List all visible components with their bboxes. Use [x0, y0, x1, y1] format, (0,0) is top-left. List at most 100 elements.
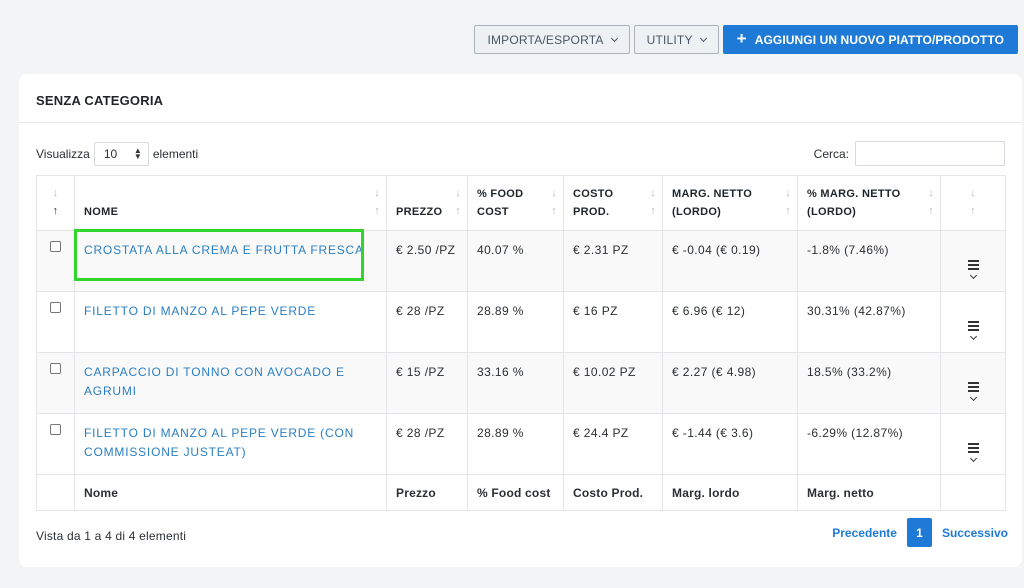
actions-cell: [940, 291, 1006, 353]
table-row: CROSTATA ALLA CREMA E FRUTTA FRESCA € 2.…: [36, 230, 1006, 292]
import-export-dropdown[interactable]: IMPORTA/ESPORTA: [474, 25, 630, 54]
row-select-cell: [36, 352, 75, 414]
name-cell: FILETTO DI MANZO AL PEPE VERDE (CON COMM…: [74, 413, 387, 475]
product-link[interactable]: FILETTO DI MANZO AL PEPE VERDE (CON COMM…: [84, 426, 354, 459]
footer-food-cost: % Food cost: [467, 474, 564, 511]
utility-dropdown[interactable]: UTILITY: [633, 25, 719, 54]
sort-icon: ↓ ↑: [650, 187, 656, 217]
actions-cell: [940, 352, 1006, 414]
header-costo-prod[interactable]: COSTO PROD. ↓ ↑: [563, 175, 663, 231]
sort-icon: ↓ ↑: [455, 187, 461, 217]
search-input[interactable]: [855, 141, 1005, 166]
table-row: FILETTO DI MANZO AL PEPE VERDE (CON COMM…: [36, 413, 1006, 475]
margin-pct-cell: 30.31% (42.87%): [797, 291, 941, 353]
food-cost-cell: 40.07 %: [467, 230, 564, 292]
margin-cell: € -0.04 (€ 0.19): [662, 230, 798, 292]
actions-menu-button[interactable]: [967, 260, 979, 280]
table-row: CARPACCIO DI TONNO CON AVOCADO E AGRUMI …: [36, 352, 1006, 414]
sort-icon: ↓ ↑: [551, 187, 557, 217]
header-food-cost[interactable]: % FOOD COST ↓ ↑: [467, 175, 564, 231]
margin-pct-cell: -6.29% (12.87%): [797, 413, 941, 475]
name-cell: CROSTATA ALLA CREMA E FRUTTA FRESCA: [74, 230, 387, 292]
margin-cell: € -1.44 (€ 3.6): [662, 413, 798, 475]
add-product-label: AGGIUNGI UN NUOVO PIATTO/PRODOTTO: [754, 32, 1004, 47]
product-link[interactable]: FILETTO DI MANZO AL PEPE VERDE: [84, 304, 316, 318]
price-cell: € 28 /PZ: [386, 291, 468, 353]
food-cost-cell: 33.16 %: [467, 352, 564, 414]
page-length-value: 10: [103, 147, 118, 161]
row-select-cell: [36, 291, 75, 353]
header-prezzo[interactable]: PREZZO ↓ ↑: [386, 175, 468, 231]
card-title: SENZA CATEGORIA: [36, 93, 164, 108]
row-checkbox[interactable]: [50, 424, 61, 435]
menu-icon: [967, 443, 979, 453]
chevron-down-icon: [969, 393, 977, 402]
length-control: Visualizza 10 ▲ ▼ elementi: [36, 142, 198, 166]
footer-actions: [940, 474, 1006, 511]
footer-marg-netto: Marg. netto: [797, 474, 941, 511]
product-link[interactable]: CROSTATA ALLA CREMA E FRUTTA FRESCA: [84, 243, 364, 257]
page-length-select[interactable]: 10 ▲ ▼: [93, 142, 149, 166]
add-product-button[interactable]: + AGGIUNGI UN NUOVO PIATTO/PRODOTTO: [722, 25, 1018, 54]
footer-select: [36, 474, 75, 511]
footer-prezzo: Prezzo: [386, 474, 468, 511]
footer-marg-lordo: Marg. lordo: [662, 474, 798, 511]
product-link[interactable]: CARPACCIO DI TONNO CON AVOCADO E AGRUMI: [84, 365, 345, 398]
menu-icon: [967, 321, 979, 331]
actions-menu-button[interactable]: [967, 382, 979, 402]
row-checkbox[interactable]: [50, 363, 61, 374]
row-checkbox[interactable]: [50, 241, 61, 252]
products-table: ↓ ↑ NOME ↓ ↑ PREZZO ↓ ↑ % FOOD COST ↓ ↑ COSTO P…: [36, 175, 1006, 511]
margin-cell: € 6.96 (€ 12): [662, 291, 798, 353]
table-footer-row: Nome Prezzo % Food cost Costo Prod. Marg…: [36, 474, 1006, 511]
import-export-label: IMPORTA/ESPORTA: [487, 32, 604, 47]
plus-icon: +: [736, 29, 747, 48]
chevron-down-icon: [969, 454, 977, 463]
price-cell: € 15 /PZ: [386, 352, 468, 414]
row-select-cell: [36, 230, 75, 292]
cost-cell: € 2.31 PZ: [563, 230, 663, 292]
price-cell: € 2.50 /PZ: [386, 230, 468, 292]
search-label: Cerca:: [813, 146, 849, 161]
prev-page-link[interactable]: Precedente: [824, 526, 905, 540]
header-marg-netto[interactable]: MARG. NETTO (LORDO) ↓ ↑: [662, 175, 798, 231]
header-nome[interactable]: NOME ↓ ↑: [74, 175, 387, 231]
actions-menu-button[interactable]: [967, 321, 979, 341]
name-cell: CARPACCIO DI TONNO CON AVOCADO E AGRUMI: [74, 352, 387, 414]
header-pct-marg-netto[interactable]: % MARG. NETTO (LORDO) ↓ ↑: [797, 175, 941, 231]
sort-icon: ↓ ↑: [52, 187, 59, 217]
category-card: SENZA CATEGORIA Visualizza 10 ▲ ▼ element…: [19, 74, 1022, 567]
actions-menu-button[interactable]: [967, 443, 979, 463]
food-cost-cell: 28.89 %: [467, 413, 564, 475]
toolbar: IMPORTA/ESPORTA UTILITY + AGGIUNGI UN NU…: [474, 25, 1018, 54]
chevron-down-icon: [969, 271, 977, 280]
chevron-down-icon: [699, 34, 707, 42]
utility-label: UTILITY: [646, 32, 693, 47]
header-actions[interactable]: ↓ ↑: [940, 175, 1006, 231]
table-info: Vista da 1 a 4 di 4 elementi: [36, 529, 187, 543]
sort-icon: ↓ ↑: [374, 187, 380, 217]
margin-pct-cell: -1.8% (7.46%): [797, 230, 941, 292]
row-checkbox[interactable]: [50, 302, 61, 313]
search-box: Cerca:: [814, 141, 1005, 166]
length-prefix: Visualizza: [36, 147, 90, 161]
sort-icon: ↓ ↑: [970, 187, 976, 217]
margin-pct-cell: 18.5% (33.2%): [797, 352, 941, 414]
header-select[interactable]: ↓ ↑: [36, 175, 75, 231]
table-row: FILETTO DI MANZO AL PEPE VERDE € 28 /PZ …: [36, 291, 1006, 353]
footer-costo-prod: Costo Prod.: [563, 474, 663, 511]
food-cost-cell: 28.89 %: [467, 291, 564, 353]
footer-nome: Nome: [74, 474, 387, 511]
cost-cell: € 10.02 PZ: [563, 352, 663, 414]
current-page-button[interactable]: 1: [906, 518, 932, 547]
sort-icon: ↓ ↑: [785, 187, 791, 217]
next-page-link[interactable]: Successivo: [934, 526, 1016, 540]
sort-icon: ↓ ↑: [928, 187, 934, 217]
actions-cell: [940, 413, 1006, 475]
cost-cell: € 16 PZ: [563, 291, 663, 353]
card-divider: [19, 122, 1022, 123]
cost-cell: € 24.4 PZ: [563, 413, 663, 475]
chevron-down-icon: [610, 34, 618, 42]
table-header-row: ↓ ↑ NOME ↓ ↑ PREZZO ↓ ↑ % FOOD COST ↓ ↑ COSTO P…: [36, 175, 1006, 231]
chevron-down-icon: [969, 332, 977, 341]
